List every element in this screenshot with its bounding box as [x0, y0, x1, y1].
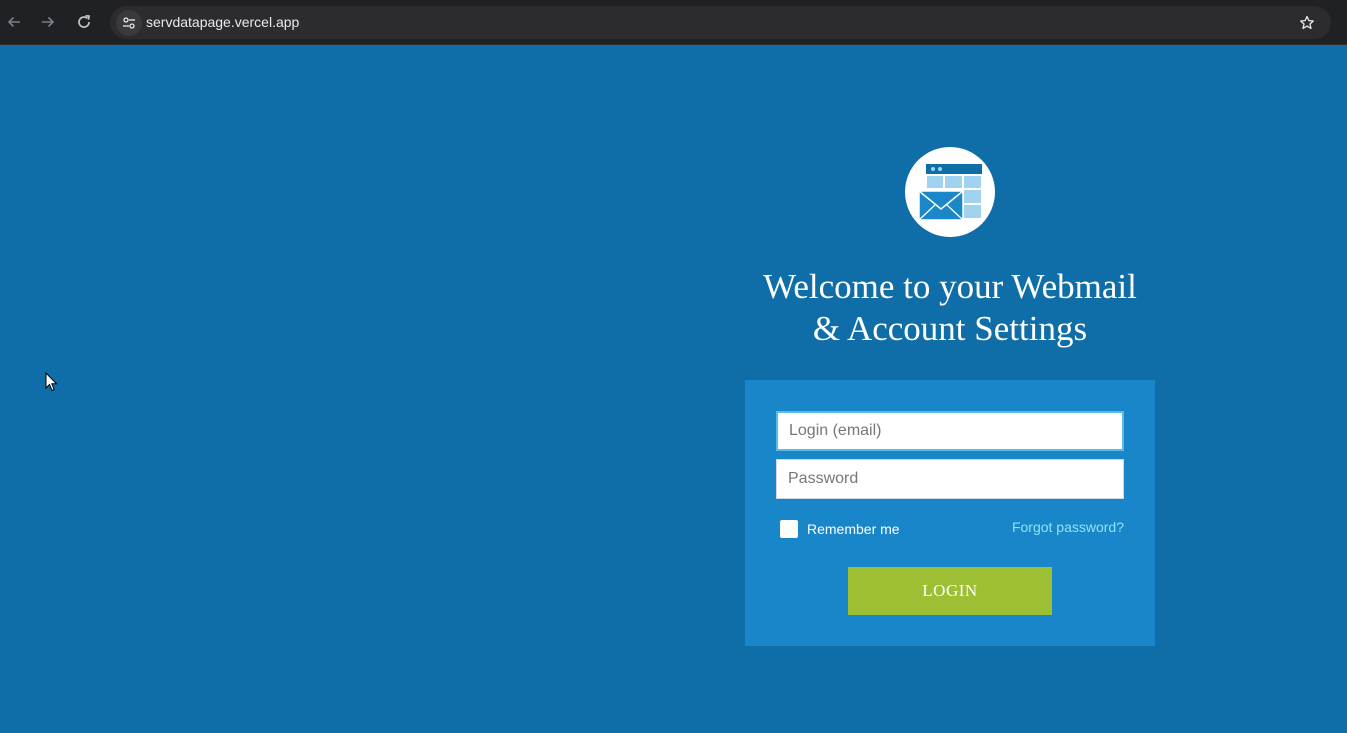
mouse-cursor-icon: [45, 372, 58, 392]
page-title: Welcome to your Webmail & Account Settin…: [692, 266, 1208, 350]
address-bar[interactable]: servdatapage.vercel.app: [110, 6, 1331, 39]
browser-toolbar: servdatapage.vercel.app: [0, 0, 1347, 45]
page-content: Welcome to your Webmail & Account Settin…: [2, 46, 1345, 733]
password-field[interactable]: [776, 459, 1124, 499]
remember-me[interactable]: Remember me: [780, 520, 900, 538]
reload-icon: [78, 14, 90, 28]
site-info-button[interactable]: [116, 10, 142, 36]
webmail-logo: [905, 147, 995, 237]
arrow-right-icon: [42, 16, 55, 28]
reload-button[interactable]: [70, 8, 98, 36]
login-form: Remember me Forgot password? LOGIN: [745, 380, 1155, 646]
title-line-1: Welcome to your Webmail: [763, 267, 1137, 306]
star-icon: [1300, 15, 1314, 30]
forward-button[interactable]: [34, 8, 62, 36]
webmail-envelope-icon: [918, 164, 982, 221]
bookmark-button[interactable]: [1297, 13, 1317, 33]
remember-me-checkbox[interactable]: [780, 520, 798, 538]
tune-icon: [123, 17, 135, 29]
back-button[interactable]: [0, 8, 28, 36]
email-field[interactable]: [776, 411, 1124, 451]
title-line-2: & Account Settings: [812, 309, 1088, 348]
arrow-left-icon: [7, 16, 20, 28]
login-button[interactable]: LOGIN: [848, 567, 1052, 615]
url-text[interactable]: servdatapage.vercel.app: [146, 14, 299, 30]
forgot-password-link[interactable]: Forgot password?: [1012, 519, 1124, 535]
remember-me-label[interactable]: Remember me: [807, 521, 900, 537]
